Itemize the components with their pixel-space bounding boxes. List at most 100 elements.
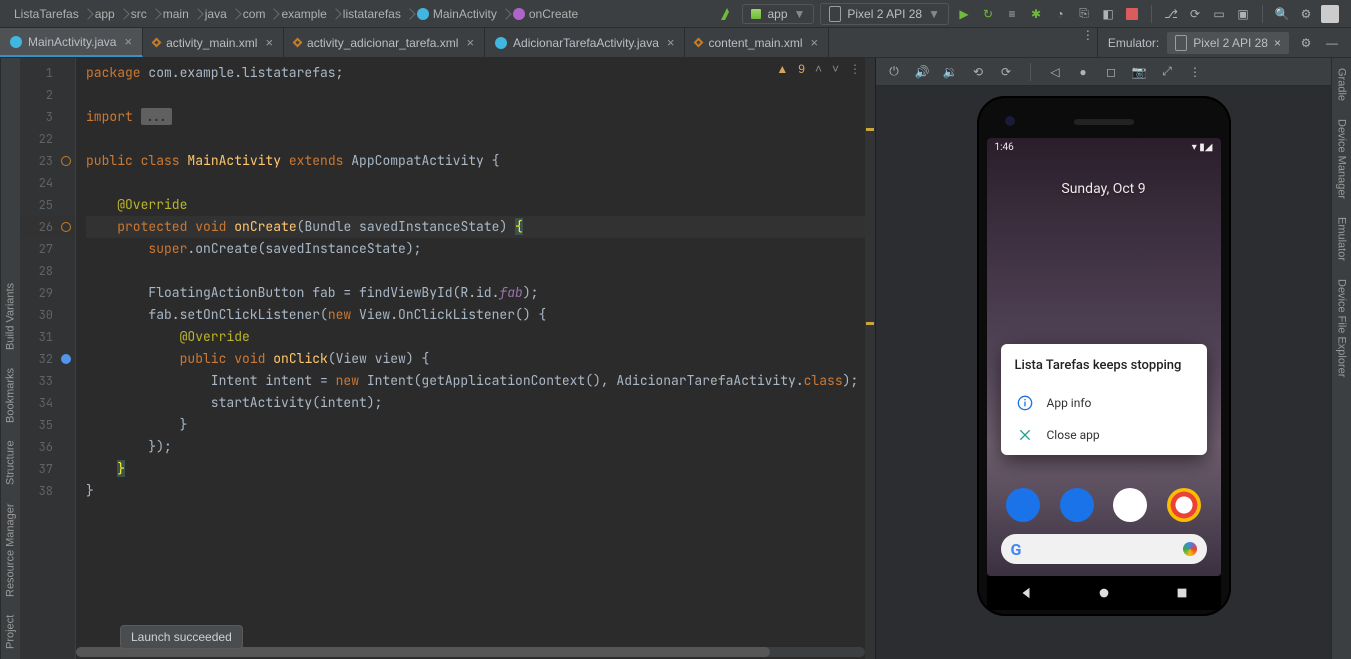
tab-activity-main-xml[interactable]: activity_main.xml × xyxy=(143,28,284,57)
inspection-more-icon[interactable]: ⋮ xyxy=(849,62,861,76)
user-icon[interactable] xyxy=(1321,5,1339,23)
close-icon[interactable]: × xyxy=(1274,36,1281,50)
editor-tabs: MainActivity.java × activity_main.xml × … xyxy=(0,28,1351,58)
tab-adicionar-activity[interactable]: AdicionarTarefaActivity.java × xyxy=(485,28,685,57)
nav-home-icon[interactable] xyxy=(1097,586,1111,600)
attach-debugger-icon[interactable]: ⎘ xyxy=(1075,5,1093,23)
close-icon[interactable]: × xyxy=(124,34,132,49)
run-config-selector[interactable]: app ▼ xyxy=(742,4,814,24)
crumb[interactable]: ListaTarefas xyxy=(6,5,87,23)
zoom-icon[interactable]: ⤢ xyxy=(1159,64,1175,80)
phone-app-icon[interactable] xyxy=(1006,488,1040,522)
error-stripe[interactable] xyxy=(865,58,875,659)
tab-label: activity_main.xml xyxy=(166,36,257,50)
apply-changes-icon[interactable]: ↻ xyxy=(979,5,997,23)
crumb[interactable]: app xyxy=(87,5,123,23)
sync-gradle-icon[interactable]: ⟳ xyxy=(1186,5,1204,23)
dialog-app-info[interactable]: App info xyxy=(1015,387,1193,419)
emulator-settings-icon[interactable]: ⚙ xyxy=(1297,36,1315,50)
breadcrumbs: ListaTarefas app src main java com examp… xyxy=(6,5,718,23)
tab-content-main-xml[interactable]: content_main.xml × xyxy=(685,28,829,57)
phone-screen[interactable]: 1:46 ▾ ▮◢ Sunday, Oct 9 Lista Tarefas ke… xyxy=(987,138,1221,576)
messages-app-icon[interactable] xyxy=(1060,488,1094,522)
next-highlight-icon[interactable]: ˅ xyxy=(832,62,839,76)
run-config-label: app xyxy=(767,7,787,21)
coverage-icon[interactable]: ≡ xyxy=(1003,5,1021,23)
close-icon[interactable]: × xyxy=(667,35,675,50)
profile-icon[interactable]: ◔ xyxy=(1051,5,1069,23)
status-bar: 1:46 ▾ ▮◢ xyxy=(987,138,1221,157)
volume-up-icon[interactable]: 🔊 xyxy=(914,64,930,80)
more-tabs-icon[interactable]: ⋮ xyxy=(1079,28,1097,57)
close-icon[interactable]: × xyxy=(466,35,474,50)
camera-dot xyxy=(1005,116,1015,126)
close-icon[interactable]: × xyxy=(265,35,273,50)
power-icon[interactable]: ⏻ xyxy=(886,64,902,80)
device-selector[interactable]: Pixel 2 API 28 ▼ xyxy=(820,3,949,25)
volume-down-icon[interactable]: 🔉 xyxy=(942,64,958,80)
emulator-toolbar: ⏻ 🔊 🔉 ⟲ ⟳ ◁ ● ◻ 📷 ⤢ ⋮ xyxy=(876,58,1331,86)
sdk-manager-icon[interactable]: ▣ xyxy=(1234,5,1252,23)
crumb[interactable]: com xyxy=(235,5,274,23)
crumb[interactable]: java xyxy=(197,5,235,23)
rotate-left-icon[interactable]: ⟲ xyxy=(970,64,986,80)
close-icon[interactable]: × xyxy=(811,35,819,50)
build-icon[interactable] xyxy=(718,5,736,23)
stop-icon[interactable] xyxy=(1123,5,1141,23)
run-icon[interactable]: ▶ xyxy=(955,5,973,23)
tab-main-activity[interactable]: MainActivity.java × xyxy=(0,28,143,57)
rail-structure[interactable]: Structure xyxy=(5,441,17,486)
dialog-info-label: App info xyxy=(1047,396,1092,410)
chrome-icon[interactable] xyxy=(1167,488,1201,522)
crumb[interactable]: src xyxy=(123,5,155,23)
debug-icon[interactable]: ✱ xyxy=(1027,5,1045,23)
nav-back-icon[interactable] xyxy=(1019,586,1033,600)
assistant-icon[interactable] xyxy=(1183,542,1197,556)
play-store-icon[interactable] xyxy=(1113,488,1147,522)
google-logo: G xyxy=(1011,540,1022,559)
dock xyxy=(987,488,1221,522)
emulator-device-tab[interactable]: Pixel 2 API 28 × xyxy=(1167,32,1289,54)
crumb[interactable]: example xyxy=(273,5,334,23)
emulator-panel: ⏻ 🔊 🔉 ⟲ ⟳ ◁ ● ◻ 📷 ⤢ ⋮ 1:46 ▾ ▮◢ xyxy=(875,58,1331,659)
phone-icon xyxy=(1175,35,1187,51)
home-icon[interactable]: ● xyxy=(1075,64,1091,80)
chevron-down-icon: ▼ xyxy=(794,7,806,21)
editor-inspections[interactable]: ▲ 9 ˄ ˅ ⋮ xyxy=(776,62,861,76)
crumb[interactable]: onCreate xyxy=(505,5,586,23)
rail-resource-manager[interactable]: Resource Manager xyxy=(5,503,17,597)
code-area[interactable]: package com.example.listatarefas; import… xyxy=(76,58,875,659)
git-icon[interactable]: ⎇ xyxy=(1162,5,1180,23)
crumb[interactable]: main xyxy=(155,5,197,23)
rail-device-file-explorer[interactable]: Device File Explorer xyxy=(1336,279,1348,377)
avd-manager-icon[interactable]: ▭ xyxy=(1210,5,1228,23)
dialog-title: Lista Tarefas keeps stopping xyxy=(1015,358,1193,373)
close-icon xyxy=(1017,427,1033,443)
app-inspection-icon[interactable]: ◧ xyxy=(1099,5,1117,23)
hide-panel-icon[interactable]: — xyxy=(1323,36,1341,50)
rail-bookmarks[interactable]: Bookmarks xyxy=(5,368,17,423)
dialog-close-app[interactable]: Close app xyxy=(1015,419,1193,451)
search-icon[interactable]: 🔍 xyxy=(1273,5,1291,23)
rail-device-manager[interactable]: Device Manager xyxy=(1336,119,1348,199)
tab-label: content_main.xml xyxy=(708,36,802,50)
nav-overview-icon[interactable] xyxy=(1175,586,1189,600)
prev-highlight-icon[interactable]: ˄ xyxy=(815,62,822,76)
rail-gradle[interactable]: Gradle xyxy=(1336,68,1348,101)
overview-icon[interactable]: ◻ xyxy=(1103,64,1119,80)
more-icon[interactable]: ⋮ xyxy=(1187,64,1203,80)
rotate-right-icon[interactable]: ⟳ xyxy=(998,64,1014,80)
back-icon[interactable]: ◁ xyxy=(1047,64,1063,80)
rail-project[interactable]: Project xyxy=(5,615,17,649)
crumb[interactable]: MainActivity xyxy=(409,5,505,23)
settings-icon[interactable]: ⚙ xyxy=(1297,5,1315,23)
rail-build-variants[interactable]: Build Variants xyxy=(5,282,17,349)
tab-activity-adicionar-xml[interactable]: activity_adicionar_tarefa.xml × xyxy=(284,28,485,57)
search-pill[interactable]: G xyxy=(1001,534,1207,564)
screenshot-icon[interactable]: 📷 xyxy=(1131,64,1147,80)
emulator-device-label: Pixel 2 API 28 xyxy=(1193,36,1268,50)
crumb[interactable]: listatarefas xyxy=(335,5,409,23)
rail-emulator[interactable]: Emulator xyxy=(1336,217,1348,261)
xml-icon xyxy=(694,38,704,48)
editor[interactable]: 1232223242526272829303132333435363738 pa… xyxy=(20,58,875,659)
